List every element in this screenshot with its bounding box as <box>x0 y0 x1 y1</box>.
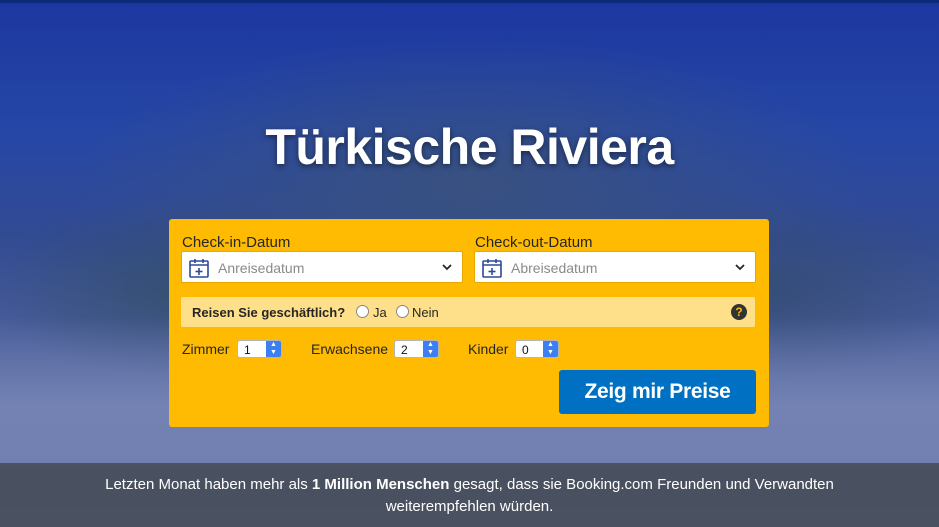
rooms-value: 1 <box>244 343 251 357</box>
calendar-icon <box>189 259 209 278</box>
stepper-arrows-icon: ▲ ▼ <box>266 341 281 357</box>
adults-label: Erwachsene <box>311 341 389 357</box>
show-prices-button[interactable]: Zeig mir Preise <box>559 370 756 414</box>
children-select[interactable]: 0 ▲ ▼ <box>515 340 559 358</box>
chevron-down-icon <box>735 264 745 271</box>
checkin-label: Check-in-Datum <box>182 234 291 251</box>
children-value: 0 <box>522 343 529 357</box>
checkin-date-field[interactable]: Anreisedatum <box>181 251 463 283</box>
adults-value: 2 <box>401 343 408 357</box>
stepper-arrows-icon: ▲ ▼ <box>543 341 558 357</box>
stepper-arrows-icon: ▲ ▼ <box>423 341 438 357</box>
rooms-label: Zimmer <box>182 341 230 357</box>
top-bar <box>0 0 939 3</box>
adults-select[interactable]: 2 ▲ ▼ <box>394 340 439 358</box>
help-icon[interactable]: ? <box>731 304 747 320</box>
page-title: Türkische Riviera <box>265 119 674 175</box>
chevron-down-icon <box>442 264 452 271</box>
checkin-placeholder: Anreisedatum <box>218 260 305 276</box>
search-form: Check-in-Datum Anreisedatum Check-out-Da… <box>169 219 769 427</box>
banner-text-end: gesagt, dass sie Booking.com Freunden un… <box>449 476 834 493</box>
recommendation-banner: Letzten Monat haben mehr als 1 Million M… <box>0 463 939 527</box>
business-travel-bar: Reisen Sie geschäftlich? Ja Nein ? <box>181 297 755 327</box>
checkout-placeholder: Abreisedatum <box>511 260 598 276</box>
calendar-icon <box>482 259 502 278</box>
banner-text-bold: 1 Million Menschen <box>311 476 450 493</box>
business-no-label[interactable]: Nein <box>412 305 439 320</box>
banner-text-line2: weiterempfehlen würden. <box>385 498 554 515</box>
business-yes-radio[interactable] <box>356 305 369 318</box>
business-no-radio[interactable] <box>396 305 409 318</box>
business-yes-label[interactable]: Ja <box>373 305 387 320</box>
business-question: Reisen Sie geschäftlich? <box>192 305 346 320</box>
checkout-date-field[interactable]: Abreisedatum <box>474 251 756 283</box>
banner-text-start: Letzten Monat haben mehr als <box>105 476 312 493</box>
rooms-select[interactable]: 1 ▲ ▼ <box>237 340 282 358</box>
checkout-label: Check-out-Datum <box>475 234 593 251</box>
children-label: Kinder <box>468 341 509 357</box>
